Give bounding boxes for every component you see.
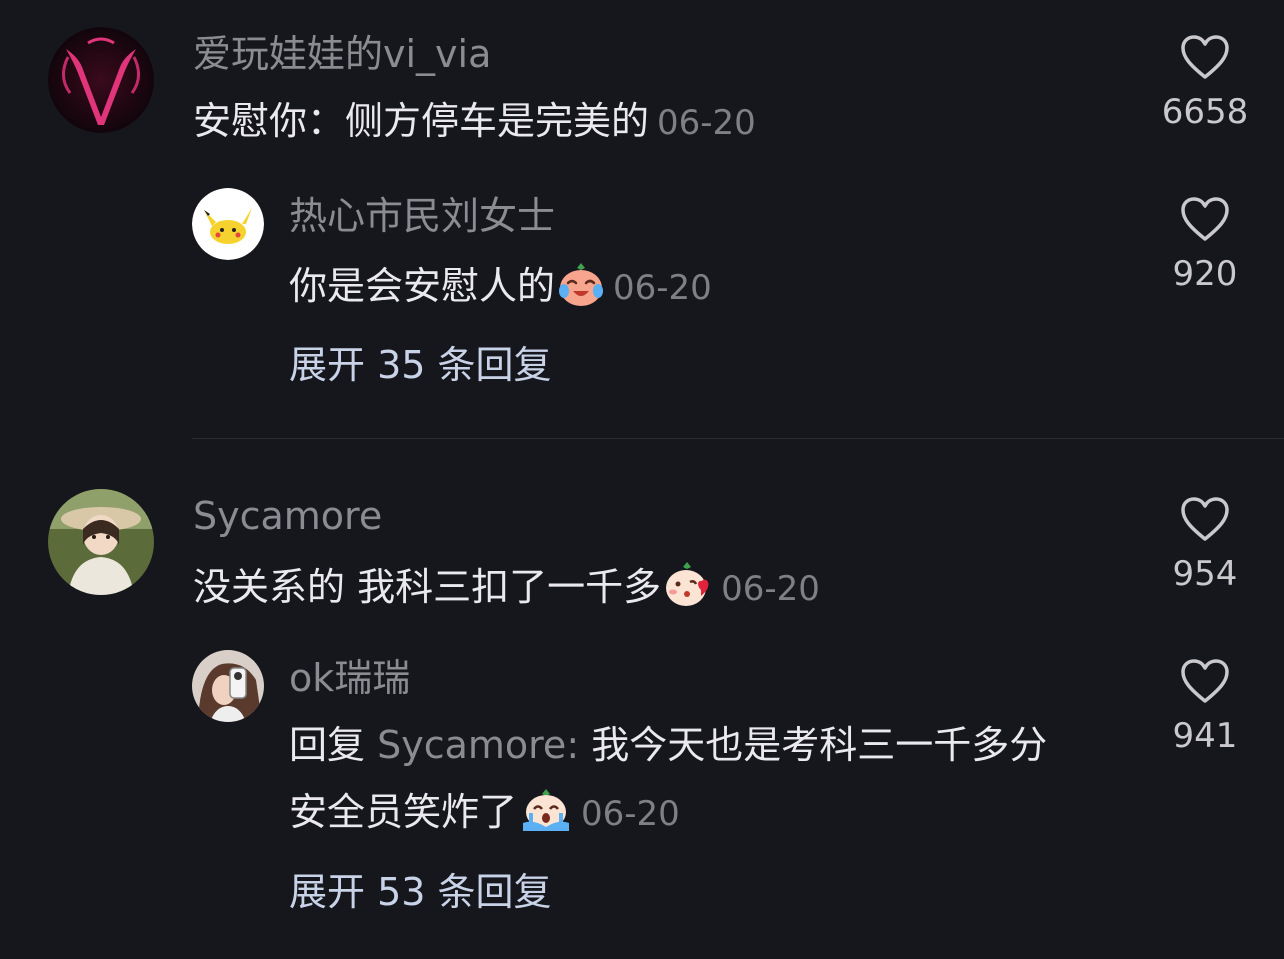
reply-prefix: 回复	[289, 723, 378, 767]
reply-body-line1: 我今天也是考科三一千多分	[579, 723, 1048, 767]
crying-sob-emoji-icon	[519, 787, 573, 843]
user-avatar[interactable]	[48, 27, 154, 133]
like-count: 920	[1172, 254, 1238, 294]
comment-text: 没关系的 我科三扣了一千多 06-20	[193, 560, 820, 618]
crying-laugh-emoji-icon	[557, 261, 605, 317]
pikachu-avatar-icon	[192, 188, 264, 260]
comment-body: 没关系的 我科三扣了一千多	[193, 565, 662, 609]
selfie-photo-avatar-icon	[192, 650, 264, 722]
heart-icon	[1181, 35, 1229, 79]
comment-text: 安慰你：侧方停车是完美的 06-20	[193, 98, 756, 146]
pink-v-logo-avatar-icon	[48, 27, 154, 133]
comment-username[interactable]: 爱玩娃娃的vi_via	[193, 32, 491, 76]
reply-text-line1: 回复 Sycamore: 我今天也是考科三一千多分	[289, 722, 1047, 768]
comment-username[interactable]: Sycamore	[193, 494, 382, 538]
heart-icon	[1181, 659, 1229, 703]
user-avatar[interactable]	[48, 489, 154, 595]
reply-username[interactable]: ok瑞瑞	[289, 656, 410, 700]
like-button[interactable]: 6658	[1150, 34, 1260, 132]
user-avatar[interactable]	[192, 188, 264, 260]
user-avatar[interactable]	[192, 650, 264, 722]
reply-text: 你是会安慰人的 06-20	[289, 261, 712, 317]
blow-kiss-emoji-icon	[663, 560, 713, 618]
expand-replies-button[interactable]: 展开 35 条回复	[289, 342, 552, 388]
like-count: 941	[1172, 716, 1238, 756]
like-button[interactable]: 941	[1150, 658, 1260, 756]
comment-date: 06-20	[657, 103, 756, 143]
like-count: 6658	[1161, 92, 1249, 132]
comment-body: 安慰你：侧方停车是完美的	[193, 99, 650, 143]
heart-icon	[1181, 497, 1229, 541]
like-count: 954	[1172, 554, 1238, 594]
heart-icon	[1181, 197, 1229, 241]
reply-body: 你是会安慰人的	[289, 264, 556, 308]
reply-target-username[interactable]: Sycamore:	[377, 723, 579, 767]
like-button[interactable]: 954	[1150, 496, 1260, 594]
comment-section: 爱玩娃娃的vi_via 安慰你：侧方停车是完美的 06-20 6658 热心市民…	[0, 0, 1284, 959]
girl-photo-avatar-icon	[48, 489, 154, 595]
reply-date: 06-20	[613, 268, 712, 308]
comment-date: 06-20	[721, 569, 820, 609]
reply-text-line2: 安全员笑炸了 06-20	[289, 787, 680, 843]
reply-body-line2: 安全员笑炸了	[289, 790, 518, 834]
reply-date: 06-20	[581, 794, 680, 834]
reply-username[interactable]: 热心市民刘女士	[289, 194, 555, 238]
like-button[interactable]: 920	[1150, 196, 1260, 294]
expand-replies-button[interactable]: 展开 53 条回复	[289, 869, 552, 915]
divider	[192, 438, 1284, 439]
